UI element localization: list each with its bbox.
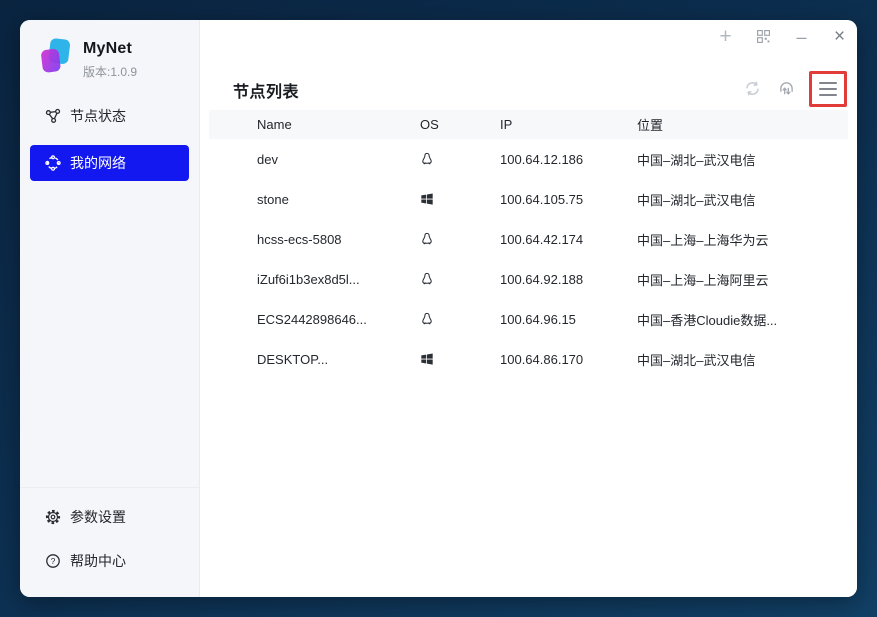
table-header-row: Name OS IP 位置: [209, 110, 848, 139]
menu-button[interactable]: [819, 81, 837, 96]
table-row[interactable]: hcss-ecs-5808 100.64.42.174 中国–上海–上海华为云: [209, 219, 848, 259]
node-ip: 100.64.42.174: [500, 231, 584, 247]
node-name: hcss-ecs-5808: [257, 231, 342, 247]
app-version: 版本:1.0.9: [83, 65, 138, 79]
app-window: MyNet 版本:1.0.9 节点状态 我的网络 参数设置 ? 帮助中心 + –…: [20, 20, 857, 597]
node-os-cell: [420, 192, 500, 206]
node-ip: 100.64.12.186: [500, 151, 584, 167]
upload-download-button[interactable]: [774, 77, 798, 101]
node-name: ECS2442898646...: [257, 311, 367, 327]
node-ip: 100.64.105.75: [500, 191, 584, 207]
qr-code-button[interactable]: [751, 24, 776, 49]
header-toolbar: [740, 70, 847, 107]
sidebar-bottom-nav: 参数设置 ? 帮助中心: [20, 487, 199, 597]
windows-icon: [421, 193, 433, 205]
add-button[interactable]: +: [713, 24, 738, 49]
sidebar: MyNet 版本:1.0.9 节点状态 我的网络 参数设置 ? 帮助中心: [20, 20, 200, 597]
linux-icon: [422, 152, 432, 165]
table-row[interactable]: dev 100.64.12.186 中国–湖北–武汉电信: [209, 139, 848, 179]
help-circle-icon: ?: [45, 553, 61, 569]
table-row[interactable]: ECS2442898646... 100.64.96.15 中国–香港Cloud…: [209, 299, 848, 339]
sidebar-item-label: 我的网络: [70, 155, 126, 171]
node-table: Name OS IP 位置 dev 100.64.12.186 中国–湖北–武汉…: [209, 110, 848, 379]
node-os-cell: [420, 312, 500, 326]
node-location: 中国–香港Cloudie数据...: [637, 312, 778, 328]
node-name: dev: [257, 151, 278, 167]
minimize-button[interactable]: –: [789, 24, 814, 49]
linux-icon: [422, 272, 432, 285]
column-header-ip: IP: [500, 117, 513, 132]
table-row[interactable]: iZuf6i1b3ex8d5l... 100.64.92.188 中国–上海–上…: [209, 259, 848, 299]
table-body: dev 100.64.12.186 中国–湖北–武汉电信 stone 100.6…: [209, 139, 848, 379]
sidebar-item-label: 节点状态: [70, 108, 126, 124]
node-location: 中国–上海–上海阿里云: [637, 272, 769, 288]
linux-icon: [422, 232, 432, 245]
column-header-name: Name: [257, 117, 292, 132]
network-globe-icon: [45, 155, 61, 171]
node-name: stone: [257, 191, 289, 207]
annotation-highlight-box: [809, 70, 847, 107]
node-ip: 100.64.92.188: [500, 271, 584, 287]
sidebar-item-label: 帮助中心: [70, 553, 126, 569]
table-row[interactable]: DESKTOP... 100.64.86.170 中国–湖北–武汉电信: [209, 339, 848, 379]
sidebar-nav: 节点状态 我的网络: [20, 98, 199, 181]
sidebar-item-settings[interactable]: 参数设置: [30, 495, 189, 539]
node-os-cell: [420, 272, 500, 286]
node-location: 中国–湖北–武汉电信: [637, 152, 756, 168]
app-logo-block: MyNet 版本:1.0.9: [20, 20, 199, 80]
node-name: DESKTOP...: [257, 351, 329, 367]
node-ip: 100.64.86.170: [500, 351, 584, 367]
node-ip: 100.64.96.15: [500, 311, 576, 327]
sidebar-item-help[interactable]: ? 帮助中心: [30, 539, 189, 583]
linux-icon: [422, 312, 432, 325]
app-logo-icon: [39, 37, 73, 75]
node-name: iZuf6i1b3ex8d5l...: [257, 271, 360, 287]
node-location: 中国–湖北–武汉电信: [637, 352, 756, 368]
page-title: 节点列表: [233, 84, 300, 101]
gear-icon: [45, 509, 61, 525]
sidebar-item-my-network[interactable]: 我的网络: [30, 145, 189, 181]
column-header-os: OS: [420, 117, 439, 132]
column-header-location: 位置: [637, 118, 664, 133]
node-os-cell: [420, 352, 500, 366]
table-row[interactable]: stone 100.64.105.75 中国–湖北–武汉电信: [209, 179, 848, 219]
share-nodes-icon: [45, 108, 61, 124]
windows-icon: [421, 353, 433, 365]
sidebar-item-label: 参数设置: [70, 509, 126, 525]
node-location: 中国–上海–上海华为云: [637, 232, 769, 248]
svg-text:?: ?: [51, 556, 56, 566]
main-panel: + – × 节点列表 Name OS IP 位置 dev 100.64.12.1…: [200, 20, 857, 597]
node-os-cell: [420, 152, 500, 166]
node-location: 中国–湖北–武汉电信: [637, 192, 756, 208]
window-controls: + – ×: [713, 24, 852, 49]
node-os-cell: [420, 232, 500, 246]
app-name: MyNet: [83, 40, 133, 57]
refresh-button[interactable]: [740, 77, 764, 101]
close-button[interactable]: ×: [827, 24, 852, 49]
sidebar-item-node-status[interactable]: 节点状态: [30, 98, 189, 134]
